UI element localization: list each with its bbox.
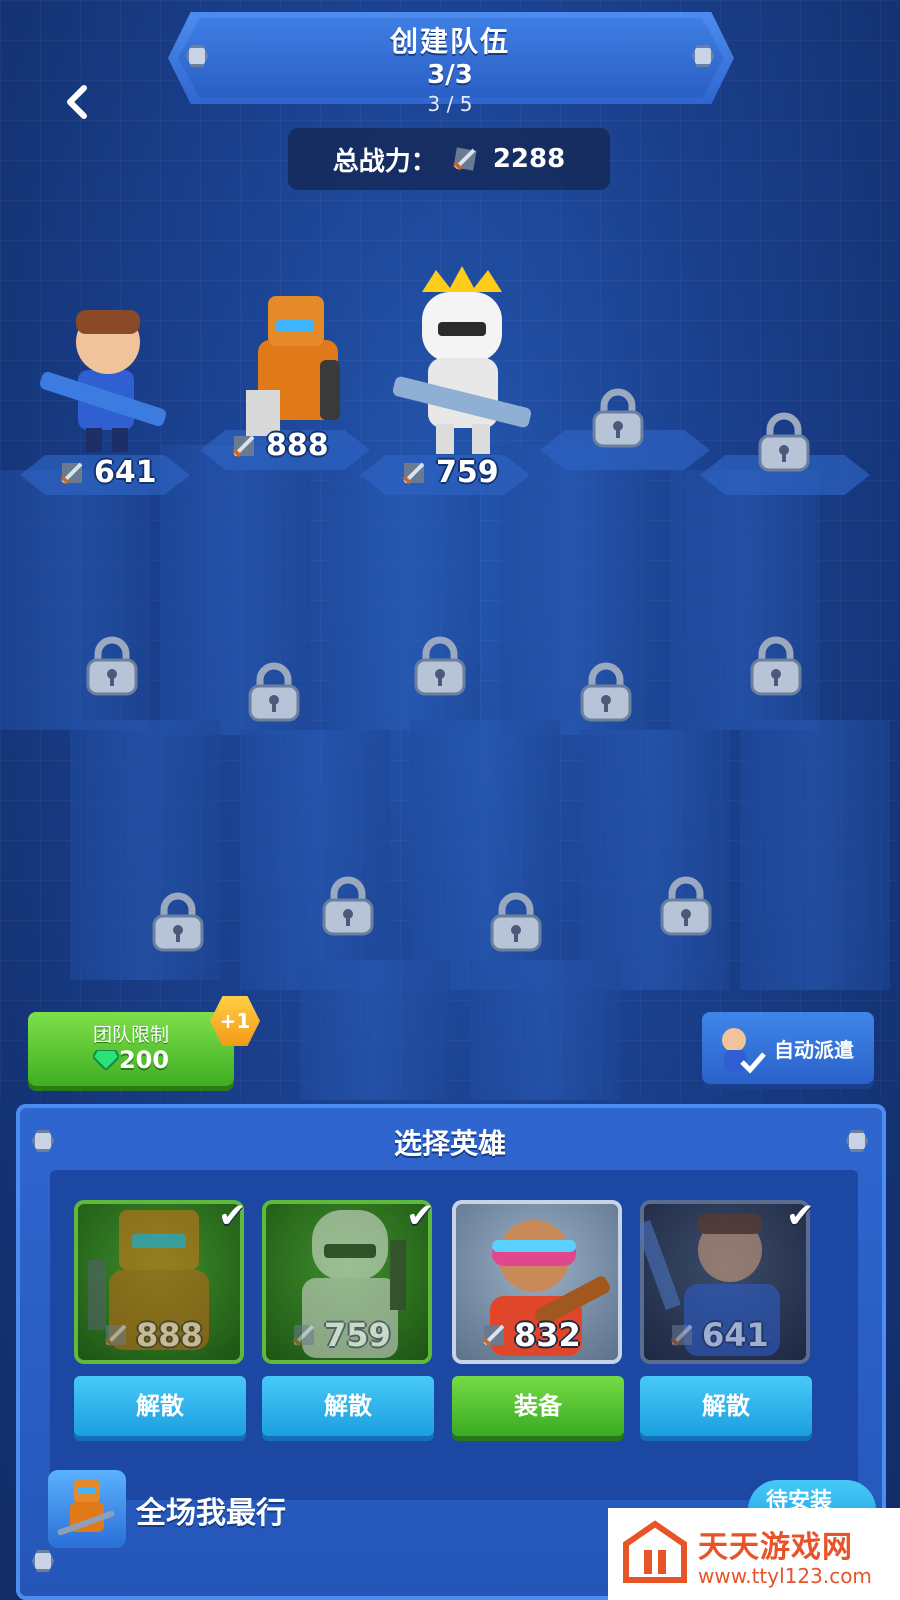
house-logo-icon bbox=[623, 1520, 687, 1583]
team-subcount: 3 / 5 bbox=[427, 92, 473, 116]
dismiss-button[interactable]: 解散 bbox=[640, 1376, 812, 1436]
padlock-icon[interactable] bbox=[320, 876, 376, 938]
team-limit-cost: 200 bbox=[28, 1046, 234, 1074]
auto-dispatch-button[interactable]: 自动派遣 bbox=[702, 1012, 874, 1084]
padlock-icon[interactable] bbox=[578, 662, 634, 724]
total-power-label: 总战力： bbox=[332, 146, 437, 177]
card-power-value: 888 bbox=[136, 1316, 203, 1354]
padlock-icon[interactable] bbox=[590, 388, 646, 450]
field-hero-power: 888 bbox=[230, 428, 329, 463]
crossed-swords-icon bbox=[292, 1324, 315, 1347]
crossed-swords-icon bbox=[402, 462, 425, 484]
crossed-swords-icon bbox=[104, 1324, 127, 1347]
card-power-value: 759 bbox=[324, 1316, 391, 1354]
hero-white-trooper[interactable] bbox=[392, 262, 532, 462]
selected-check-icon: ✔ bbox=[218, 1196, 247, 1236]
field-hero-power-value: 888 bbox=[266, 428, 329, 463]
padlock-icon[interactable] bbox=[150, 892, 206, 954]
watermark-url: www.ttyl123.com bbox=[698, 1564, 872, 1588]
field-hero-power-value: 641 bbox=[94, 455, 157, 490]
robot-avatar-icon bbox=[57, 1480, 115, 1536]
crossed-swords-icon bbox=[232, 435, 255, 457]
crossed-swords-icon bbox=[670, 1324, 693, 1347]
field-hero-power: 759 bbox=[400, 455, 499, 490]
selected-check-icon: ✔ bbox=[406, 1196, 435, 1236]
card-power: 888 bbox=[102, 1316, 203, 1354]
team-limit-cost-value: 200 bbox=[118, 1046, 170, 1074]
total-power-value: 2288 bbox=[492, 144, 566, 174]
pillar bbox=[240, 730, 390, 990]
card-power-value: 641 bbox=[702, 1316, 769, 1354]
page-title: 创建队伍 bbox=[389, 25, 510, 58]
pillar bbox=[740, 720, 890, 990]
padlock-icon[interactable] bbox=[84, 636, 140, 698]
card-power: 759 bbox=[290, 1316, 391, 1354]
dismiss-button[interactable]: 解散 bbox=[262, 1376, 434, 1436]
field-hero-power-value: 759 bbox=[436, 455, 499, 490]
selected-check-icon: ✔ bbox=[786, 1196, 815, 1236]
pillar bbox=[300, 960, 450, 1100]
equip-button[interactable]: 装备 bbox=[452, 1376, 624, 1436]
card-power-value: 832 bbox=[514, 1316, 581, 1354]
crossed-swords-icon bbox=[453, 147, 477, 171]
field-hero-power: 641 bbox=[58, 455, 157, 490]
padlock-icon[interactable] bbox=[658, 876, 714, 938]
gem-icon bbox=[91, 1049, 121, 1072]
team-name: 全场我最行 bbox=[136, 1496, 286, 1531]
watermark-name: 天天游戏网 bbox=[698, 1530, 853, 1565]
padlock-icon[interactable] bbox=[488, 892, 544, 954]
team-limit-button[interactable]: 团队限制 200 bbox=[28, 1012, 234, 1086]
padlock-icon[interactable] bbox=[748, 636, 804, 698]
dismiss-button[interactable]: 解散 bbox=[74, 1376, 246, 1436]
hero-orange-robot[interactable] bbox=[228, 290, 358, 450]
team-count: 3/3 bbox=[427, 60, 473, 90]
card-power: 641 bbox=[668, 1316, 769, 1354]
watermark: 天天游戏网 www.ttyl123.com bbox=[608, 1508, 900, 1600]
padlock-icon[interactable] bbox=[246, 662, 302, 724]
hero-blue-soldier[interactable] bbox=[38, 300, 168, 460]
hero-check-icon bbox=[722, 1028, 766, 1074]
hero-card-blue-soldier[interactable]: 641 bbox=[640, 1200, 810, 1364]
select-hero-title: 选择英雄 bbox=[393, 1127, 506, 1160]
card-power: 832 bbox=[480, 1316, 581, 1354]
crossed-swords-icon bbox=[60, 462, 83, 484]
crossed-swords-icon bbox=[482, 1324, 505, 1347]
back-button[interactable] bbox=[58, 82, 98, 122]
hero-card-goggles-hero[interactable]: 832 bbox=[452, 1200, 622, 1364]
pillar bbox=[580, 730, 730, 990]
pillar bbox=[470, 960, 620, 1100]
auto-dispatch-label: 自动派遣 bbox=[774, 1037, 854, 1062]
chevron-left-icon bbox=[67, 85, 87, 119]
total-power-box: 总战力： 2288 bbox=[288, 128, 610, 190]
padlock-icon[interactable] bbox=[412, 636, 468, 698]
team-limit-label: 团队限制 bbox=[92, 1024, 169, 1046]
avatar[interactable] bbox=[48, 1470, 126, 1548]
padlock-icon[interactable] bbox=[756, 412, 812, 474]
